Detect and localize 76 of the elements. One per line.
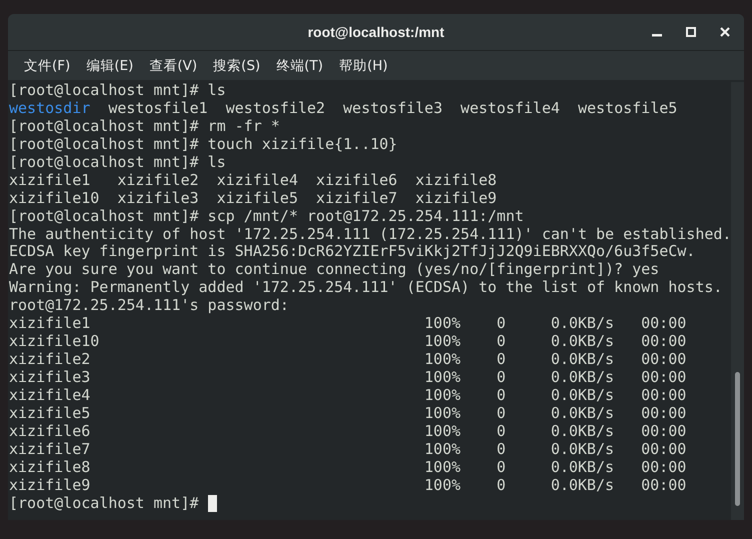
transfer-size: 0 xyxy=(496,333,507,352)
transfer-rate: 0.0KB/s xyxy=(550,476,616,495)
transfer-time: 00:00 xyxy=(641,458,686,477)
terminal-text: xizifile10 xizifile3 xizifile5 xizifile7 xizifile9 xyxy=(9,190,497,208)
transfer-time: 00:00 xyxy=(641,386,686,405)
terminal-text: The authenticity of host '172.25.254.111 (172.25.254.111)' can't be established. xyxy=(9,226,732,244)
transfer-time: 00:00 xyxy=(641,422,686,441)
transfer-percent: 100% xyxy=(424,315,462,334)
file-name: xizifile6 xyxy=(9,422,92,441)
file-name: xizifile8 xyxy=(9,458,92,477)
transfer-percent: 100% xyxy=(424,369,462,387)
transfer-size: 0 xyxy=(496,351,507,369)
transfer-percent: 100% xyxy=(424,422,462,441)
text-cursor xyxy=(208,494,217,512)
transfer-time: 00:00 xyxy=(641,440,686,459)
file-name: xizifile9 xyxy=(9,476,92,495)
terminal-text: Are you sure you want to continue connecting (yes/no/[fingerprint])? yes xyxy=(9,261,660,280)
directory-name: westosdir xyxy=(9,100,90,118)
transfer-percent: 100% xyxy=(424,404,462,423)
file-name: xizifile7 xyxy=(9,440,92,459)
transfer-time: 00:00 xyxy=(641,333,686,352)
transfer-size: 0 xyxy=(496,476,507,495)
transfer-size: 0 xyxy=(496,404,507,423)
transfer-time: 00:00 xyxy=(641,351,686,369)
menu-item[interactable]: 查看(V) xyxy=(141,56,206,74)
terminal-text: root@172.25.254.111's password: xyxy=(9,297,289,316)
transfer-rate: 0.0KB/s xyxy=(550,404,616,423)
file-name: xizifile2 xyxy=(9,351,92,369)
close-icon[interactable] xyxy=(720,27,730,37)
transfer-size: 0 xyxy=(496,422,507,441)
menu-item[interactable]: 文件(F) xyxy=(16,56,78,74)
transfer-rate: 0.0KB/s xyxy=(550,333,616,352)
terminal-text: [root@localhost mnt]# rm -fr * xyxy=(9,118,280,136)
terminal-text: [root@localhost mnt]# xyxy=(9,494,200,512)
maximize-icon[interactable] xyxy=(686,27,696,37)
file-name: xizifile5 xyxy=(9,404,92,423)
transfer-rate: 0.0KB/s xyxy=(550,315,616,334)
window-title: root@localhost:/mnt xyxy=(308,24,444,40)
file-name: xizifile3 xyxy=(9,369,92,387)
transfer-percent: 100% xyxy=(424,440,462,459)
transfer-percent: 100% xyxy=(424,333,462,352)
transfer-rate: 0.0KB/s xyxy=(550,369,616,387)
menu-item[interactable]: 帮助(H) xyxy=(331,56,396,74)
terminal-text: [root@localhost mnt]# ls xyxy=(9,154,226,172)
transfer-time: 00:00 xyxy=(641,315,686,334)
terminal-text: westosfile1 westosfile2 westosfile3 westosfile4 westosfile5 xyxy=(107,100,678,118)
transfer-size: 0 xyxy=(496,458,507,477)
transfer-rate: 0.0KB/s xyxy=(550,458,616,477)
menu-item[interactable]: 编辑(E) xyxy=(78,56,142,74)
transfer-size: 0 xyxy=(496,386,507,405)
transfer-time: 00:00 xyxy=(641,476,686,495)
transfer-percent: 100% xyxy=(424,476,462,495)
transfer-rate: 0.0KB/s xyxy=(550,440,616,459)
scrollbar-thumb[interactable] xyxy=(735,372,740,506)
transfer-size: 0 xyxy=(496,315,507,334)
transfer-time: 00:00 xyxy=(641,404,686,423)
transfer-percent: 100% xyxy=(424,386,462,405)
file-name: xizifile4 xyxy=(9,386,92,405)
terminal-text: ECDSA key fingerprint is SHA256:DcR62YZIErF5viKkj2TfJjJ2Q9iEBRXXQo/6u3f5eCw. xyxy=(9,243,696,262)
terminal-text: [root@localhost mnt]# touch xizifile{1..10} xyxy=(9,136,398,154)
transfer-rate: 0.0KB/s xyxy=(550,386,616,405)
transfer-percent: 100% xyxy=(424,351,462,369)
menu-item[interactable]: 终端(T) xyxy=(268,56,332,74)
transfer-percent: 100% xyxy=(424,458,462,477)
transfer-size: 0 xyxy=(496,440,507,459)
file-name: xizifile1 xyxy=(9,315,92,334)
terminal-text: Warning: Permanently added '172.25.254.111' (ECDSA) to the list of known hosts. xyxy=(9,279,722,298)
menu-item[interactable]: 搜索(S) xyxy=(205,56,268,74)
file-name: xizifile10 xyxy=(9,333,100,352)
transfer-time: 00:00 xyxy=(641,369,686,387)
terminal-text: [root@localhost mnt]# ls xyxy=(9,82,226,100)
terminal-text: [root@localhost mnt]# scp /mnt/* root@172.25.254.111:/mnt xyxy=(9,208,524,226)
transfer-size: 0 xyxy=(496,369,507,387)
transfer-rate: 0.0KB/s xyxy=(550,351,616,369)
terminal-text: xizifile1 xizifile2 xizifile4 xizifile6 xizifile8 xyxy=(9,172,497,190)
transfer-rate: 0.0KB/s xyxy=(550,422,616,441)
